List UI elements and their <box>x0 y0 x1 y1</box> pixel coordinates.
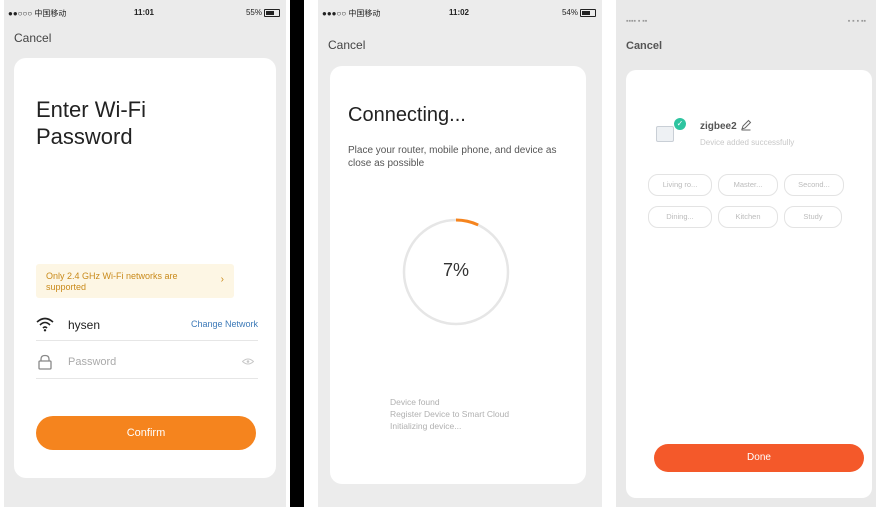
status-time: 11:02 <box>448 8 470 17</box>
check-icon: ✓ <box>674 118 686 130</box>
battery-label: 54% <box>561 8 578 17</box>
page-title: Connecting... <box>348 104 466 126</box>
room-chip[interactable]: Study <box>784 206 842 228</box>
wifi-icon <box>36 317 54 332</box>
status-time: 11:01 <box>133 8 155 17</box>
connecting-screen: ●●●○○ 中国移动 11:02 54% Cancel Connecting..… <box>318 0 602 507</box>
connection-steps: Device found Register Device to Smart Cl… <box>390 396 509 432</box>
room-chip[interactable]: Kitchen <box>718 206 778 228</box>
step-register-cloud: Register Device to Smart Cloud <box>390 409 510 419</box>
page-title: Enter Wi-Fi Password <box>36 97 146 149</box>
progress-percent: 7% <box>442 260 469 280</box>
room-chip[interactable]: Living ro... <box>648 174 712 196</box>
status-bar: ●●○○○ 中国移动 11:01 55% <box>8 8 280 20</box>
battery-indicator: 54% <box>562 8 596 17</box>
cancel-button[interactable]: Cancel <box>14 31 51 45</box>
step-initializing: Initializing device... <box>390 421 462 431</box>
battery-icon <box>580 8 596 17</box>
network-row: hysen Change Network <box>36 314 258 336</box>
divider <box>36 378 258 379</box>
room-chip[interactable]: Second... <box>784 174 844 196</box>
change-network-link[interactable]: Change Network <box>191 319 258 329</box>
password-input[interactable]: Password <box>68 356 116 368</box>
wifi-password-screen: ●●○○○ 中国移动 11:01 55% Cancel Enter Wi-Fi … <box>4 0 286 507</box>
chevron-right-icon: › <box>220 274 224 285</box>
status-icons-left: ▪▪▪▪ ▪ ▪▪ <box>626 18 648 25</box>
lock-icon <box>38 354 52 370</box>
eye-icon[interactable] <box>242 358 254 365</box>
status-bar: ●●●○○ 中国移动 11:02 54% <box>322 8 596 20</box>
device-name: zigbee2 <box>700 121 737 132</box>
device-icon <box>656 126 674 142</box>
progress-ring: 7% <box>400 216 512 328</box>
wifi-card: Enter Wi-Fi Password Only 2.4 GHz Wi-Fi … <box>14 58 276 478</box>
device-added-screen: ▪▪▪▪ ▪ ▪▪ ▪ ▪ ▪ ▪▪ Cancel ✓ zigbee2 Devi… <box>616 0 876 507</box>
battery-label: 55% <box>245 8 262 17</box>
network-name: hysen <box>68 318 101 332</box>
device-card: ✓ zigbee2 Device added successfully Livi… <box>626 70 872 498</box>
edit-icon[interactable] <box>740 119 752 131</box>
confirm-button[interactable]: Confirm <box>36 416 256 450</box>
cancel-button[interactable]: Cancel <box>626 40 662 52</box>
cancel-button[interactable]: Cancel <box>328 38 365 52</box>
separator-bar <box>290 0 304 507</box>
battery-icon <box>264 8 280 17</box>
password-row[interactable]: Password <box>36 352 258 374</box>
notice-text: Only 2.4 GHz Wi-Fi networks are supporte… <box>46 271 178 292</box>
connecting-instructions: Place your router, mobile phone, and dev… <box>348 145 557 169</box>
status-icons-right: ▪ ▪ ▪ ▪▪ <box>847 18 866 25</box>
done-button[interactable]: Done <box>654 444 864 472</box>
step-device-found: Device found <box>390 397 440 407</box>
battery-indicator: 55% <box>246 8 280 17</box>
device-row: ✓ zigbee2 Device added successfully <box>656 116 856 156</box>
band-notice[interactable]: Only 2.4 GHz Wi-Fi networks are supporte… <box>36 264 234 298</box>
room-chip[interactable]: Dining... <box>648 206 712 228</box>
status-bar: ▪▪▪▪ ▪ ▪▪ ▪ ▪ ▪ ▪▪ <box>626 18 866 28</box>
divider <box>36 340 258 341</box>
room-chip[interactable]: Master... <box>718 174 778 196</box>
connecting-card: Connecting... Place your router, mobile … <box>330 66 586 484</box>
device-status: Device added successfully <box>700 138 795 147</box>
